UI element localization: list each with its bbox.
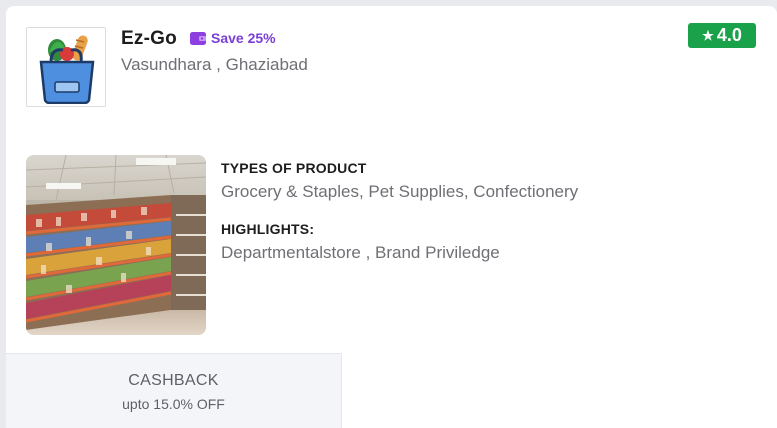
product-types-heading: TYPES OF PRODUCT bbox=[221, 160, 367, 176]
store-name[interactable]: Ez-Go bbox=[121, 28, 177, 50]
rating-badge: ★ 4.0 bbox=[688, 23, 756, 48]
store-logo bbox=[26, 27, 106, 107]
store-location: Vasundhara , Ghaziabad bbox=[121, 55, 308, 74]
save-offer-label: Save 25% bbox=[211, 30, 276, 46]
star-icon: ★ bbox=[702, 27, 714, 43]
wallet-icon bbox=[190, 31, 206, 45]
store-card[interactable]: Ez-Go Save 25% Vasundhara , Ghaziabad ★ … bbox=[6, 6, 777, 428]
highlights-heading: HIGHLIGHTS: bbox=[221, 221, 315, 237]
cashback-subtitle: upto 15.0% OFF bbox=[122, 396, 225, 412]
grocery-bag-icon bbox=[39, 35, 95, 104]
store-interior-photo[interactable] bbox=[26, 155, 206, 335]
rating-value: 4.0 bbox=[716, 25, 742, 45]
highlights-text: Departmentalstore , Brand Priviledge bbox=[221, 243, 500, 262]
product-types-text: Grocery & Staples, Pet Supplies, Confect… bbox=[221, 182, 579, 201]
cashback-title: CASHBACK bbox=[128, 372, 219, 389]
cashback-button[interactable]: CASHBACK upto 15.0% OFF bbox=[6, 353, 342, 428]
save-offer-badge: Save 25% bbox=[190, 30, 276, 46]
